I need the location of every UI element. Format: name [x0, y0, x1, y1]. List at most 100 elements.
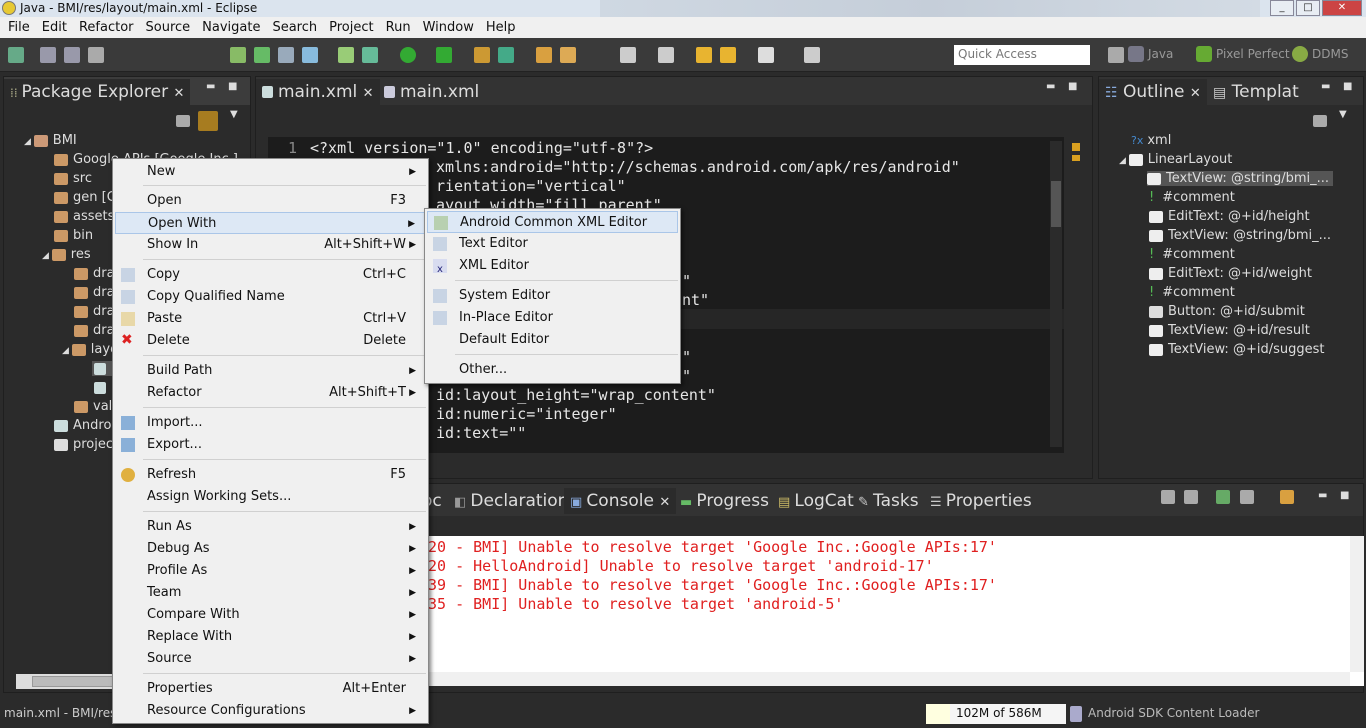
menu-item-export[interactable]: Export...: [115, 434, 426, 456]
perspective-ddms[interactable]: DDMS: [1292, 46, 1348, 62]
tab-outline[interactable]: ☷ Outline ✕: [1099, 79, 1207, 105]
menu-item-properties[interactable]: Properties Alt+Enter: [115, 678, 426, 700]
menu-item-build-path[interactable]: Build Path ▶: [115, 360, 426, 382]
maximize-icon[interactable]: ■: [1068, 81, 1077, 92]
menu-help[interactable]: Help: [480, 20, 522, 35]
last-edit-icon[interactable]: [696, 47, 712, 63]
tree-item[interactable]: assets: [54, 209, 114, 224]
link-editor-icon[interactable]: [198, 111, 218, 131]
pin-icon[interactable]: [804, 47, 820, 63]
tab-package-explorer[interactable]: ⁞⁞ Package Explorer ✕: [4, 79, 191, 105]
menu-item-profile-as[interactable]: Profile As ▶: [115, 560, 426, 582]
menu-run[interactable]: Run: [380, 20, 417, 35]
submenu-item-android-common-xml-editor[interactable]: Android Common XML Editor: [427, 211, 678, 233]
horizontal-scrollbar[interactable]: [268, 672, 1350, 686]
minimize-button[interactable]: _: [1270, 0, 1294, 16]
scroll-lock-icon[interactable]: [1184, 490, 1198, 504]
close-icon[interactable]: ✕: [174, 86, 185, 101]
maximize-icon[interactable]: ■: [1340, 490, 1349, 501]
print-icon[interactable]: [88, 47, 104, 63]
menu-search[interactable]: Search: [266, 20, 323, 35]
submenu-item-in-place-editor[interactable]: In-Place Editor: [427, 307, 678, 329]
clear-console-icon[interactable]: [1161, 490, 1175, 504]
tree-item[interactable]: dra: [74, 266, 115, 281]
menu-item-refresh[interactable]: Refresh F5: [115, 464, 426, 486]
menu-refactor[interactable]: Refactor: [73, 20, 140, 35]
menu-file[interactable]: File: [2, 20, 36, 35]
outline-item[interactable]: ! #comment: [1149, 285, 1235, 300]
tree-item[interactable]: bin: [54, 228, 93, 243]
menu-item-debug-as[interactable]: Debug As ▶: [115, 538, 426, 560]
run-icon[interactable]: [400, 47, 416, 63]
tab-main-xml-active[interactable]: main.xml ✕: [256, 79, 380, 105]
menu-item-paste[interactable]: Paste Ctrl+V: [115, 308, 426, 330]
outline-item[interactable]: EditText: @+id/weight: [1149, 266, 1312, 281]
tree-item[interactable]: Androi: [54, 418, 115, 433]
prev-annotation-icon[interactable]: [658, 47, 674, 63]
close-window-button[interactable]: ✕: [1322, 0, 1362, 16]
maximize-icon[interactable]: ■: [1343, 81, 1352, 92]
menu-edit[interactable]: Edit: [36, 20, 73, 35]
menu-navigate[interactable]: Navigate: [196, 20, 266, 35]
maximize-button[interactable]: □: [1296, 0, 1320, 16]
heap-status[interactable]: 102M of 586M: [950, 704, 1066, 724]
menu-source[interactable]: Source: [140, 20, 197, 35]
android-sdk-icon[interactable]: [230, 47, 246, 63]
outline-item-selected[interactable]: TextView: @string/bmi_...: [1147, 171, 1334, 186]
view-menu-icon[interactable]: ▼: [1339, 109, 1347, 120]
menu-item-refactor[interactable]: Refactor Alt+Shift+T ▶: [115, 382, 426, 404]
new-package-icon[interactable]: [474, 47, 490, 63]
new-class-icon[interactable]: [498, 47, 514, 63]
menu-item-compare-with[interactable]: Compare With ▶: [115, 604, 426, 626]
check-icon[interactable]: [302, 47, 318, 63]
warning-marker[interactable]: [1072, 143, 1080, 151]
new-icon[interactable]: [8, 47, 24, 63]
perspective-pixel-perfect[interactable]: Pixel Perfect: [1196, 46, 1290, 62]
menu-window[interactable]: Window: [417, 20, 480, 35]
debug-icon[interactable]: [436, 47, 452, 63]
avd-manager-icon[interactable]: [254, 47, 270, 63]
pin-console-icon[interactable]: [1216, 490, 1230, 504]
outline-item[interactable]: ?x xml: [1131, 133, 1171, 148]
forward-icon[interactable]: [758, 47, 774, 63]
tree-item[interactable]: dra: [74, 304, 115, 319]
collapse-all-icon[interactable]: [1313, 115, 1327, 127]
view-menu-icon[interactable]: ▼: [230, 109, 238, 120]
vertical-scrollbar[interactable]: [1050, 141, 1062, 447]
tree-item[interactable]: ◢ res: [42, 247, 91, 262]
tree-item-selected[interactable]: [92, 361, 113, 376]
tab-logcat[interactable]: ▤ LogCat: [772, 488, 860, 514]
vertical-scrollbar[interactable]: [1350, 536, 1364, 672]
tree-item[interactable]: [94, 380, 111, 395]
outline-item[interactable]: ◢ LinearLayout: [1119, 152, 1232, 167]
menu-item-assign-working-sets[interactable]: Assign Working Sets...: [115, 486, 426, 508]
outline-item[interactable]: Button: @+id/submit: [1149, 304, 1305, 319]
outline-item[interactable]: EditText: @+id/height: [1149, 209, 1310, 224]
minimize-icon[interactable]: ▬: [206, 81, 215, 92]
submenu-item-other[interactable]: Other...: [427, 359, 678, 381]
scrollbar-thumb[interactable]: [1051, 181, 1061, 227]
menu-item-delete[interactable]: ✖ Delete Delete: [115, 330, 426, 352]
minimize-icon[interactable]: ▬: [1321, 81, 1330, 92]
collapse-all-icon[interactable]: [176, 115, 190, 127]
menu-item-resource-configurations[interactable]: Resource Configurations ▶: [115, 700, 426, 722]
tree-item[interactable]: gen [G: [54, 190, 117, 205]
tab-progress[interactable]: ▬ Progress: [674, 488, 775, 514]
tree-item[interactable]: dra: [74, 323, 115, 338]
outline-item[interactable]: ! #comment: [1149, 190, 1235, 205]
trash-icon[interactable]: [1070, 706, 1082, 722]
tree-item[interactable]: ◢ layo: [62, 342, 118, 357]
tab-console[interactable]: ▣ Console ✕: [564, 488, 677, 514]
menu-item-copy[interactable]: Copy Ctrl+C: [115, 264, 426, 286]
minimize-icon[interactable]: ▬: [1046, 81, 1055, 92]
close-icon[interactable]: ✕: [363, 86, 374, 101]
tab-properties[interactable]: ☰ Properties: [924, 488, 1038, 514]
display-console-icon[interactable]: [1240, 490, 1254, 504]
console-output[interactable]: 20 - BMI] Unable to resolve target 'Goog…: [268, 536, 1364, 686]
perspective-java[interactable]: Java: [1128, 46, 1173, 62]
new-android-project-icon[interactable]: [338, 47, 354, 63]
quick-access-input[interactable]: Quick Access: [954, 45, 1090, 65]
tab-tasks[interactable]: ✎ Tasks: [852, 488, 925, 514]
tree-item[interactable]: dra: [74, 285, 115, 300]
close-icon[interactable]: ✕: [659, 495, 670, 510]
